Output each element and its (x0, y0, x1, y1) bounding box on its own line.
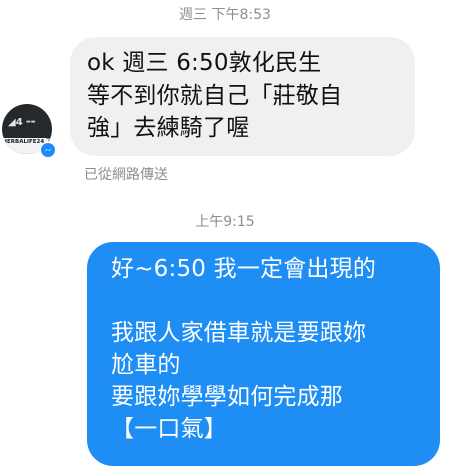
message-line: 要跟妳學學如何完成那 (111, 384, 343, 410)
delivery-status: 已從網路傳送 (84, 167, 168, 183)
timestamp: 上午9:15 (195, 214, 255, 230)
outgoing-message-bubble[interactable]: 好~6:50 我一定會出現的 我跟人家借車就是要跟妳 尬車的 要跟妳學學如何完成… (87, 242, 440, 466)
brand-logo-icon: ◢4 (8, 117, 23, 128)
timestamp: 週三 下午8:53 (179, 7, 271, 23)
message-line: 強」去練騎了喔 (87, 115, 250, 141)
message-line: 好~6:50 我一定會出現的 (111, 256, 377, 282)
incoming-message-bubble[interactable]: ok 週三 6:50敦化民生 等不到你就自己「莊敬自 強」去練騎了喔 (70, 37, 415, 156)
message-line (111, 285, 428, 317)
brand-logo-icon: ▬▬ (26, 119, 36, 125)
message-line: 等不到你就自己「莊敬自 (87, 82, 343, 109)
messenger-icon (40, 142, 56, 158)
message-line: 【一口氣】 (111, 416, 227, 442)
message-line: ok 週三 6:50敦化民生 (87, 50, 322, 76)
message-line: 尬車的 (111, 352, 181, 378)
message-line: 我跟人家借車就是要跟妳 (111, 320, 367, 346)
